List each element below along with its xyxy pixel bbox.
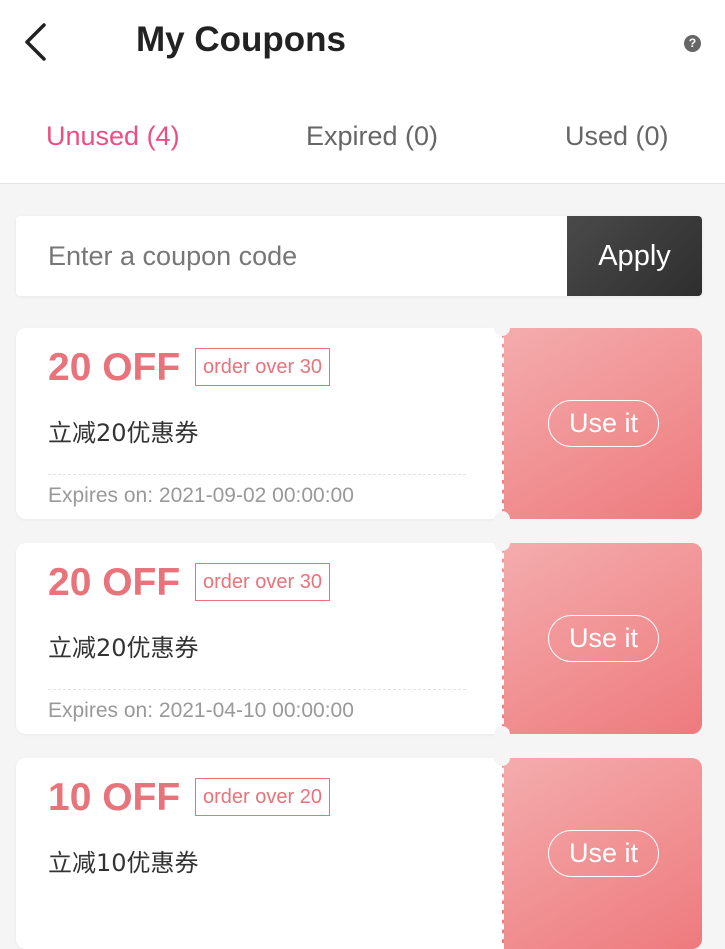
coupon-notch <box>494 511 510 527</box>
coupon-condition-badge: order over 30 <box>195 563 330 601</box>
coupon-code-input[interactable] <box>16 216 567 296</box>
tab-used[interactable]: Used (0) <box>565 110 669 162</box>
coupon-details: 20 OFF order over 30 立减20优惠券 Expires on:… <box>16 543 502 734</box>
coupon-action-panel: Use it <box>502 328 702 519</box>
coupon-amount: 20 OFF <box>48 561 181 604</box>
coupon-notch <box>494 750 510 766</box>
back-button[interactable] <box>18 20 58 64</box>
header: My Coupons ? Unused (4) Expired (0) Used… <box>0 0 725 184</box>
help-circle-icon[interactable]: ? <box>684 35 701 52</box>
coupon-code-form: Apply <box>16 216 702 296</box>
coupon-divider <box>48 474 466 475</box>
coupon-action-panel: Use it <box>502 758 702 949</box>
coupon-details: 10 OFF order over 20 立减10优惠券 <box>16 758 502 949</box>
coupon-description: 立减20优惠券 <box>48 419 199 447</box>
coupon-description: 立减10优惠券 <box>48 849 199 877</box>
coupon-notch <box>494 535 510 551</box>
use-coupon-button[interactable]: Use it <box>548 830 659 877</box>
apply-button[interactable]: Apply <box>567 216 702 296</box>
tab-unused[interactable]: Unused (4) <box>46 110 180 162</box>
coupon-tabs: Unused (4) Expired (0) Used (0) <box>0 110 725 162</box>
coupon-card: 10 OFF order over 20 立减10优惠券 Use it <box>16 750 702 949</box>
page-title: My Coupons <box>136 20 346 59</box>
coupon-notch <box>494 320 510 336</box>
coupon-notch <box>494 726 510 742</box>
coupon-divider <box>48 689 466 690</box>
coupon-amount: 10 OFF <box>48 776 181 819</box>
coupon-description: 立减20优惠券 <box>48 634 199 662</box>
tab-expired[interactable]: Expired (0) <box>306 110 438 162</box>
coupon-condition-badge: order over 20 <box>195 778 330 816</box>
use-coupon-button[interactable]: Use it <box>548 400 659 447</box>
use-coupon-button[interactable]: Use it <box>548 615 659 662</box>
coupon-condition-badge: order over 30 <box>195 348 330 386</box>
coupon-card: 20 OFF order over 30 立减20优惠券 Expires on:… <box>16 535 702 742</box>
back-arrow-icon <box>25 23 46 61</box>
coupon-expiry: Expires on: 2021-09-02 00:00:00 <box>48 484 354 507</box>
coupon-card: 20 OFF order over 30 立减20优惠券 Expires on:… <box>16 320 702 527</box>
coupon-details: 20 OFF order over 30 立减20优惠券 Expires on:… <box>16 328 502 519</box>
coupon-expiry: Expires on: 2021-04-10 00:00:00 <box>48 699 354 722</box>
coupon-action-panel: Use it <box>502 543 702 734</box>
coupon-amount: 20 OFF <box>48 346 181 389</box>
